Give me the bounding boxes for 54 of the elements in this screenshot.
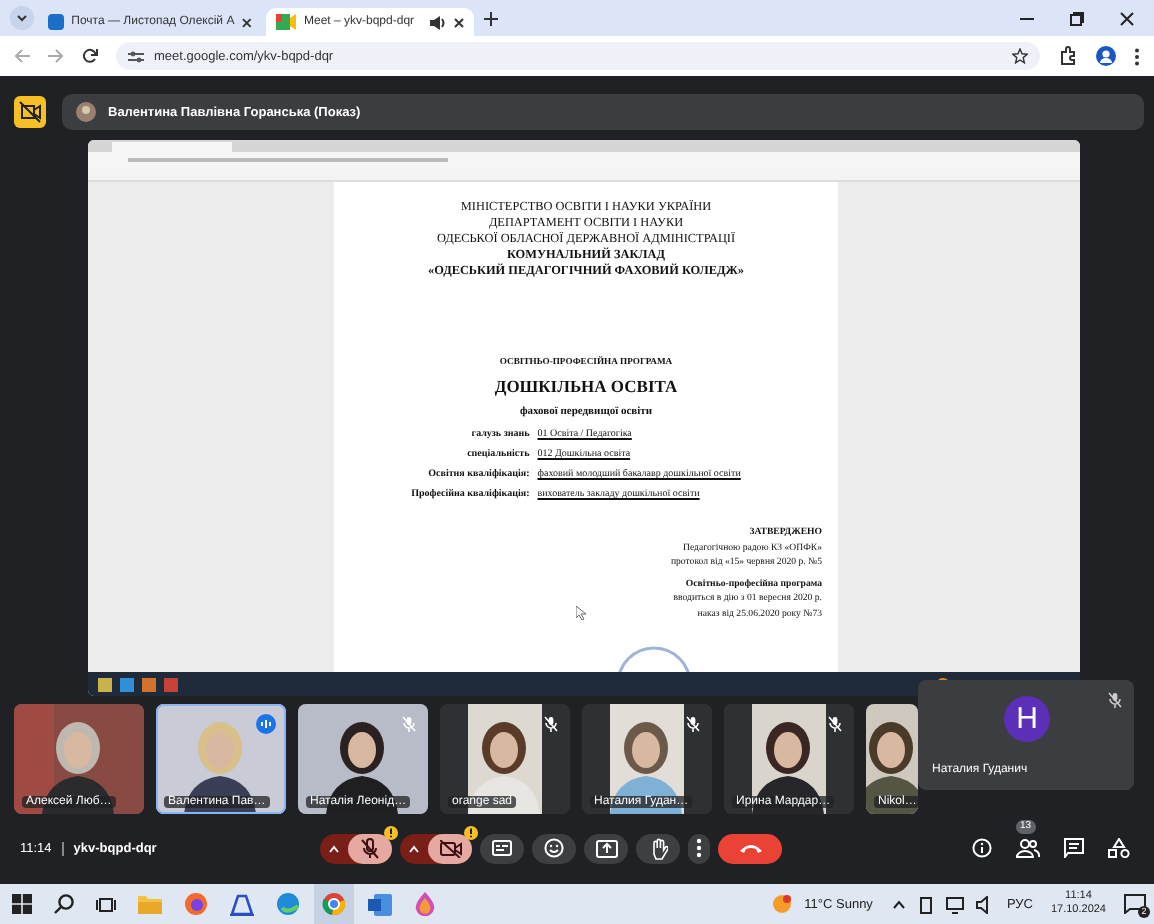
mic-off-icon: [828, 716, 842, 732]
info-icon[interactable]: [972, 838, 992, 858]
video-camera-icon: [276, 14, 296, 30]
mic-off-icon: [1108, 692, 1122, 708]
caret-icon[interactable]: [892, 899, 907, 909]
menu-icon[interactable]: [1134, 47, 1140, 65]
people-icon[interactable]: [1016, 838, 1040, 858]
speaker-icon: [430, 15, 446, 29]
captions-button[interactable]: [480, 833, 524, 863]
seal-drawing: [614, 644, 694, 672]
camera-off-icon[interactable]: [14, 96, 46, 128]
start-icon[interactable]: [12, 894, 32, 914]
site-settings-icon: [128, 49, 144, 63]
firefox-icon[interactable]: [184, 892, 208, 916]
task-view-icon[interactable]: [96, 895, 116, 913]
upload-screen-icon: [595, 839, 617, 857]
warning-icon: [384, 825, 398, 839]
raise-hand-button[interactable]: [636, 833, 680, 863]
microphone-icon: [360, 837, 380, 859]
new-tab-icon[interactable]: [478, 11, 504, 25]
phone-icon: [737, 842, 763, 854]
avatar-initial: H: [1004, 696, 1050, 742]
mic-off-icon: [544, 716, 558, 732]
program-title: ДОШКІЛЬНА ОСВІТА: [494, 376, 678, 396]
present-button[interactable]: [584, 833, 628, 863]
reload-icon[interactable]: [82, 48, 98, 64]
warning-icon: [464, 825, 478, 839]
search-icon[interactable]: [54, 894, 74, 914]
captions-icon: [492, 840, 512, 856]
hand-icon: [649, 837, 667, 859]
restore-icon[interactable]: [1070, 11, 1084, 25]
taskbar-button[interactable]: [314, 884, 354, 924]
activities-icon[interactable]: [1108, 838, 1130, 858]
mic-off-icon: [402, 716, 416, 732]
close-icon[interactable]: [1120, 11, 1134, 25]
cursor-icon: [576, 606, 586, 620]
extensions-icon[interactable]: [1058, 46, 1078, 66]
close-icon[interactable]: [242, 17, 252, 27]
end-call-button[interactable]: [718, 833, 782, 863]
avatar-icon: [76, 102, 96, 122]
close-icon[interactable]: [454, 17, 464, 27]
more-icon: [696, 838, 702, 858]
chrome-icon: [322, 892, 346, 916]
chat-icon[interactable]: [1064, 838, 1084, 858]
profile-icon[interactable]: [1096, 46, 1116, 66]
emoji-button[interactable]: [532, 833, 576, 863]
more-options-button[interactable]: [688, 833, 710, 863]
smiley-icon: [544, 838, 564, 858]
mic-off-icon: [686, 716, 700, 732]
edge-icon[interactable]: [276, 892, 300, 916]
drop-icon[interactable]: [414, 892, 436, 916]
bookmark-icon[interactable]: [1012, 48, 1028, 64]
camera-icon: [439, 839, 461, 857]
weather-icon[interactable]: [772, 894, 793, 914]
